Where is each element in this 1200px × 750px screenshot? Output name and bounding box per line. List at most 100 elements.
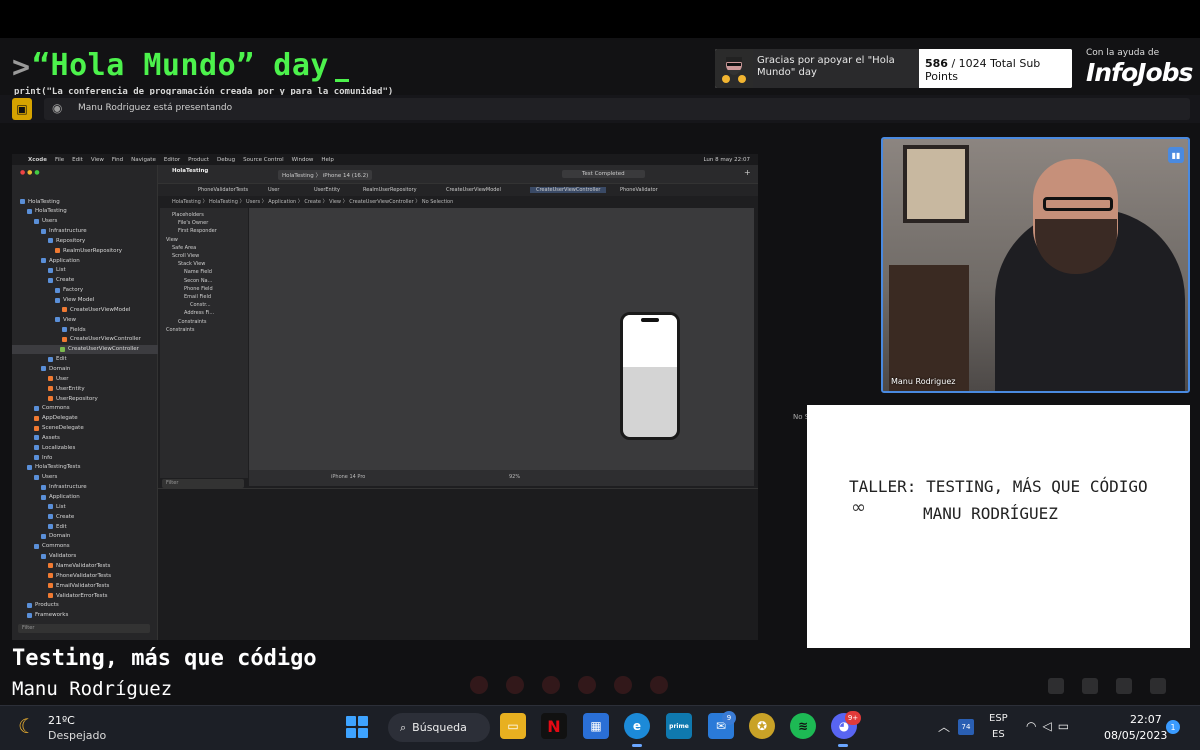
navigator-item[interactable]: Fields <box>62 325 86 334</box>
add-icon[interactable]: + <box>744 168 751 177</box>
outline-item[interactable]: Constraints <box>178 319 207 325</box>
outline-item[interactable]: Address Fi... <box>184 310 214 316</box>
notification-badge[interactable]: 1 <box>1166 720 1180 734</box>
netflix-icon[interactable]: N <box>541 713 567 739</box>
outline-item[interactable]: View <box>166 237 178 243</box>
navigator-item[interactable]: CreateUserViewModel <box>62 305 130 314</box>
outline-item[interactable]: Constr... <box>190 302 211 308</box>
navigator-item[interactable]: UserEntity <box>48 384 85 393</box>
navigator-item[interactable]: Commons <box>34 542 70 551</box>
navigator-item[interactable]: Users <box>34 217 57 226</box>
iphone-preview[interactable] <box>620 312 680 440</box>
outline-item[interactable]: Constraints <box>166 327 195 333</box>
menu-source-control[interactable]: Source Control <box>243 157 284 163</box>
navigator-item[interactable]: Application <box>41 493 80 502</box>
taskbar-date[interactable]: 08/05/2023 <box>1104 729 1167 742</box>
navigator-item[interactable]: Products <box>27 601 59 610</box>
navigator-item[interactable]: SceneDelegate <box>34 424 84 433</box>
navigator-item[interactable]: Users <box>34 473 57 482</box>
outline-item[interactable]: Safe Area <box>172 245 196 251</box>
navigator-item[interactable]: Edit <box>48 355 67 364</box>
navigator-item[interactable]: Application <box>41 256 80 265</box>
volume-icon[interactable]: ◁ <box>1042 719 1057 733</box>
navigator-item[interactable]: NameValidatorTests <box>48 561 110 570</box>
navigator-item[interactable]: EmailValidatorTests <box>48 581 109 590</box>
file-explorer-icon[interactable]: ▭ <box>500 713 526 739</box>
medal-app-icon[interactable]: ✪ <box>749 713 775 739</box>
outline-item[interactable]: Secon Na... <box>184 278 212 284</box>
menu-navigate[interactable]: Navigate <box>131 157 156 163</box>
navigator-item[interactable]: HolaTestingTests <box>27 463 80 472</box>
navigator-item[interactable]: CreateUserViewController <box>12 344 158 354</box>
battery-icon[interactable]: ▭ <box>1058 719 1075 733</box>
menu-edit[interactable]: Edit <box>72 157 83 163</box>
menu-debug[interactable]: Debug <box>217 157 235 163</box>
navigator-item[interactable]: List <box>48 266 66 275</box>
menu-view[interactable]: View <box>91 157 104 163</box>
tray-overflow-icon[interactable]: ︿ <box>938 718 950 735</box>
navigator-item[interactable]: User <box>48 374 69 383</box>
spotify-icon[interactable]: ≋ <box>790 713 816 739</box>
navigator-item[interactable]: ValidatorErrorTests <box>48 591 108 600</box>
menu-find[interactable]: Find <box>112 157 123 163</box>
microsoft-store-icon[interactable]: ▦ <box>583 713 609 739</box>
outline-item[interactable]: Email Field <box>184 294 211 300</box>
app-menu[interactable]: Xcode <box>28 157 47 163</box>
navigator-item[interactable]: HolaTesting <box>27 207 67 216</box>
scheme-selector[interactable]: HolaTesting 〉 iPhone 14 (16.2) <box>278 170 373 180</box>
editor-tab[interactable]: PhoneValidatorTests <box>198 187 248 193</box>
menu-help[interactable]: Help <box>321 157 334 163</box>
editor-tab[interactable]: UserEntity <box>314 187 340 193</box>
prime-video-icon[interactable]: prime <box>666 713 692 739</box>
navigator-item[interactable]: Validators <box>41 552 76 561</box>
navigator-item[interactable]: Infrastructure <box>41 227 87 236</box>
outline-item[interactable]: Stack View <box>178 261 205 267</box>
menu-window[interactable]: Window <box>292 157 314 163</box>
tray-app-badge[interactable]: 74 <box>958 719 974 735</box>
navigator-item[interactable]: Domain <box>41 532 70 541</box>
editor-tab[interactable]: CreateUserViewModel <box>446 187 501 193</box>
navigator-item[interactable]: Repository <box>48 236 85 245</box>
weather-temp[interactable]: 21ºC <box>48 714 75 727</box>
navigator-item[interactable]: Domain <box>41 364 70 373</box>
outline-item[interactable]: File's Owner <box>178 220 208 226</box>
navigator-item[interactable]: UserRepository <box>48 394 98 403</box>
taskbar-time[interactable]: 22:07 <box>1130 713 1162 726</box>
wifi-icon[interactable]: ◠ <box>1026 719 1042 733</box>
navigator-item[interactable]: RealmUserRepository <box>55 246 122 255</box>
keyboard-layout[interactable]: ES <box>992 729 1005 740</box>
navigator-item[interactable]: List <box>48 502 66 511</box>
outline-item[interactable]: Placeholders <box>172 212 204 218</box>
editor-tab[interactable]: CreateUserViewController <box>530 187 607 193</box>
jump-bar[interactable]: HolaTesting 〉 HolaTesting 〉 Users 〉 Appl… <box>172 198 453 205</box>
navigator-item[interactable]: Localizables <box>34 443 75 452</box>
taskbar-search[interactable]: ⌕ Búsqueda <box>388 713 490 742</box>
navigator-item[interactable]: Frameworks <box>27 611 68 620</box>
navigator-item[interactable]: Create <box>48 512 74 521</box>
windows-start-icon[interactable] <box>346 716 368 738</box>
outline-item[interactable]: Scroll View <box>172 253 199 259</box>
outline-item[interactable]: Name Field <box>184 269 212 275</box>
navigator-filter[interactable]: Filter <box>18 624 150 633</box>
navigator-item[interactable]: Commons <box>34 404 70 413</box>
moon-weather-icon[interactable]: ☾ <box>18 714 36 738</box>
zoom-level[interactable]: 92% <box>509 474 520 480</box>
menu-editor[interactable]: Editor <box>164 157 180 163</box>
navigator-item[interactable]: View <box>55 315 76 324</box>
share-screen-icon[interactable]: ▣ <box>12 98 32 120</box>
weather-desc[interactable]: Despejado <box>48 729 106 742</box>
keyboard-language[interactable]: ESP <box>989 713 1008 724</box>
navigator-item[interactable]: View Model <box>55 296 94 305</box>
editor-tab[interactable]: PhoneValidator <box>620 187 658 193</box>
tray-status-icons[interactable]: ◠◁▭ <box>1026 719 1075 733</box>
navigator-item[interactable]: Create <box>48 276 74 285</box>
navigator-item[interactable]: CreateUserViewController <box>62 335 141 344</box>
navigator-item[interactable]: PhoneValidatorTests <box>48 571 111 580</box>
outline-item[interactable]: First Responder <box>178 228 217 234</box>
device-selector[interactable]: iPhone 14 Pro <box>331 474 365 480</box>
editor-tab[interactable]: RealmUserRepository <box>363 187 417 193</box>
navigator-item[interactable]: AppDelegate <box>34 414 78 423</box>
outline-filter[interactable]: Filter <box>162 479 244 488</box>
navigator-item[interactable]: Assets <box>34 433 60 442</box>
outline-item[interactable]: Phone Field <box>184 286 213 292</box>
